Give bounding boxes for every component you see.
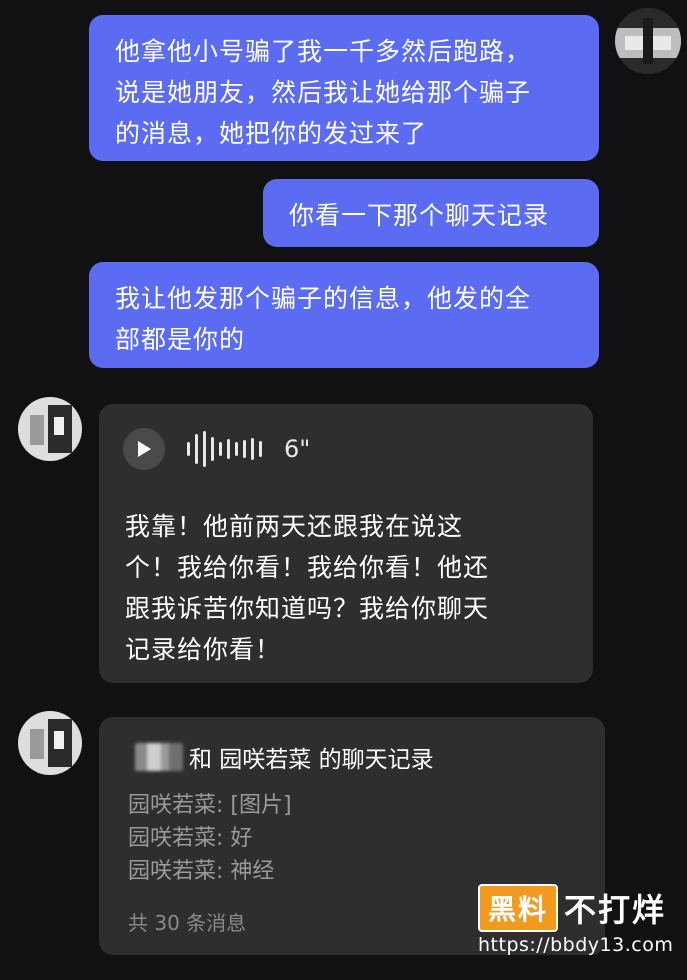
outgoing-message[interactable]: 我让他发那个骗子的信息，他发的全 部都是你的 (89, 262, 599, 368)
voice-duration: 6" (284, 435, 311, 463)
message-line: 部都是你的 (115, 325, 246, 354)
self-avatar[interactable] (615, 8, 681, 74)
forwarded-line: 园咲若菜: [图片] (128, 793, 292, 818)
contact-avatar[interactable] (18, 711, 82, 775)
message-line: 他拿他小号骗了我一千多然后跑路， (115, 37, 532, 66)
forwarded-chat-title: 和 园咲若菜 的聊天记录 (135, 740, 434, 774)
transcript-line: 跟我诉苦你知道吗？我给你聊天 (125, 594, 490, 623)
message-line: 的消息，她把你的发过来了 (115, 119, 428, 148)
forwarded-message-count: 共 30 条消息 (128, 911, 247, 935)
outgoing-message[interactable]: 他拿他小号骗了我一千多然后跑路， 说是她朋友，然后我让她给那个骗子 的消息，她把… (89, 15, 599, 161)
voice-waveform (187, 431, 262, 467)
forwarded-line: 园咲若菜: 好 (128, 826, 253, 851)
voice-transcript: 我靠！他前两天还跟我在说这 个！我给你看！我给你看！他还 跟我诉苦你知道吗？我给… (99, 494, 593, 670)
voice-message-bubble[interactable]: 6" 我靠！他前两天还跟我在说这 个！我给你看！我给你看！他还 跟我诉苦你知道吗… (99, 404, 593, 683)
message-text: 你看一下那个聊天记录 (289, 201, 550, 230)
blurred-username (135, 743, 183, 771)
watermark: 黑料 不打烊 https://bbdy13.com (478, 884, 674, 956)
forwarded-line: 园咲若菜: 神经 (128, 859, 275, 884)
transcript-line: 记录给你看！ (125, 635, 282, 664)
transcript-line: 个！我给你看！我给你看！他还 (125, 553, 490, 582)
watermark-text: 不打烊 (564, 891, 667, 929)
play-button[interactable] (123, 428, 165, 470)
watermark-badge: 黑料 (478, 884, 559, 932)
watermark-url: https://bbdy13.com (478, 934, 674, 956)
play-icon (138, 441, 151, 457)
message-line: 我让他发那个骗子的信息，他发的全 (115, 284, 532, 313)
transcript-line: 我靠！他前两天还跟我在说这 (125, 512, 464, 541)
contact-avatar[interactable] (18, 397, 82, 461)
outgoing-message[interactable]: 你看一下那个聊天记录 (263, 179, 599, 247)
message-line: 说是她朋友，然后我让她给那个骗子 (115, 78, 532, 107)
